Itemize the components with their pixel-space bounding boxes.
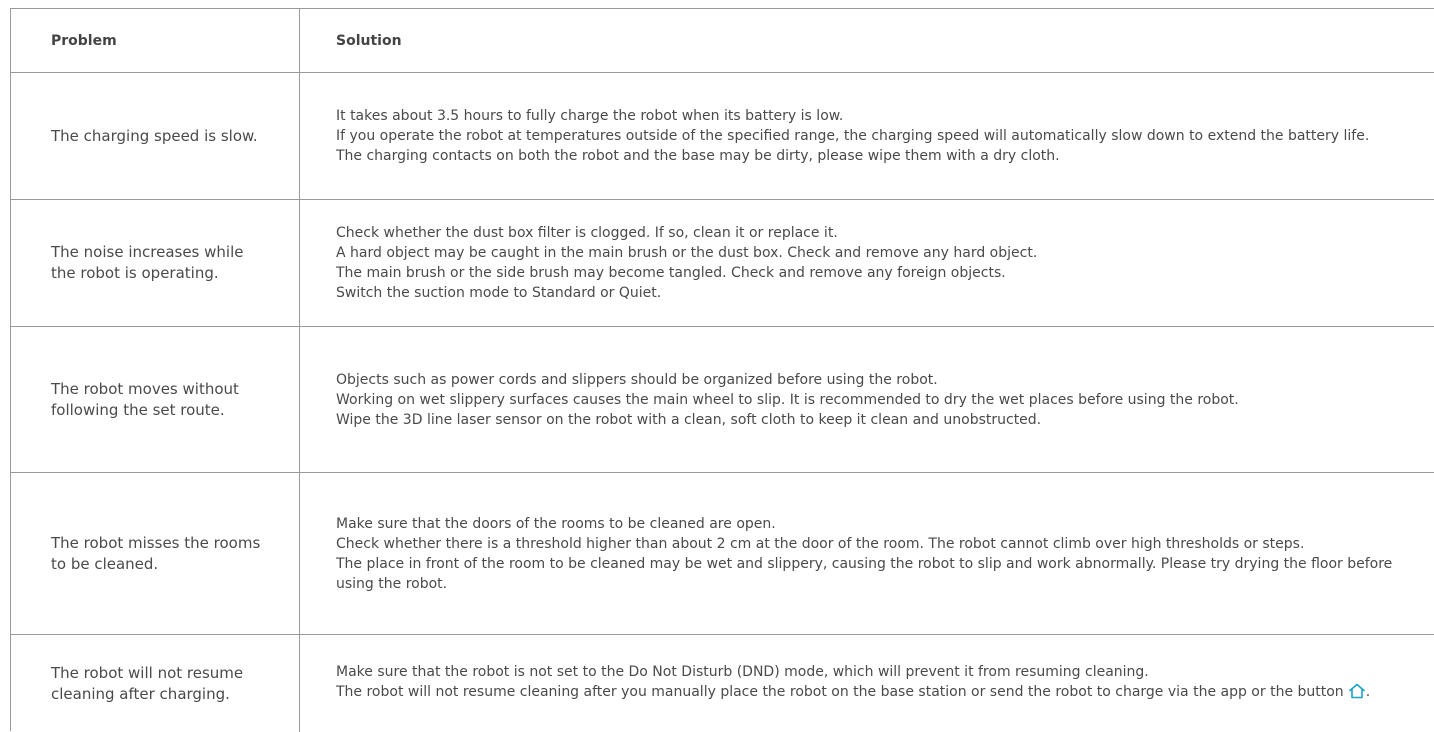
header-problem: Problem (51, 33, 117, 49)
table-header-row: Problem Solution (11, 9, 1434, 73)
solution-line: It takes about 3.5 hours to fully charge… (336, 108, 844, 124)
column-divider (299, 327, 300, 472)
problem-cell: The charging speed is slow. (51, 126, 258, 145)
solution-line: The place in front of the room to be cle… (336, 555, 1393, 592)
table-row: The noise increases while the robot is o… (11, 200, 1434, 327)
column-divider (299, 635, 300, 732)
solution-line: The robot will not resume cleaning after… (336, 682, 1413, 705)
column-divider (299, 200, 300, 326)
solution-line: Check whether the dust box filter is clo… (336, 225, 838, 241)
problem-cell: The noise increases while the robot is o… (51, 243, 244, 282)
solution-line-text: The robot will not resume cleaning after… (336, 684, 1344, 700)
table-row: The robot moves without following the se… (11, 327, 1434, 473)
solution-line: Switch the suction mode to Standard or Q… (336, 285, 662, 301)
table-row: The robot misses the rooms to be cleaned… (11, 473, 1434, 635)
problem-cell: The robot will not resume cleaning after… (51, 663, 244, 703)
problem-cell: The robot moves without following the se… (51, 379, 239, 419)
solution-cell: Check whether the dust box filter is clo… (336, 200, 1413, 326)
solution-cell: Make sure that the doors of the rooms to… (336, 473, 1413, 634)
solution-line: Objects such as power cords and slippers… (336, 371, 938, 388)
troubleshooting-table: Problem Solution The charging speed is s… (10, 8, 1434, 732)
solution-line: The charging contacts on both the robot … (336, 148, 1060, 164)
solution-line: Make sure that the robot is not set to t… (336, 664, 1149, 680)
solution-cell: It takes about 3.5 hours to fully charge… (336, 73, 1413, 199)
solution-line-period: . (1365, 684, 1371, 700)
table-row: The charging speed is slow. It takes abo… (11, 73, 1434, 200)
solution-line: Working on wet slippery surfaces causes … (336, 391, 1239, 408)
table-row: The robot will not resume cleaning after… (11, 635, 1434, 732)
solution-line: Make sure that the doors of the rooms to… (336, 515, 776, 532)
header-solution: Solution (336, 33, 402, 49)
solution-line: Wipe the 3D line laser sensor on the rob… (336, 411, 1042, 428)
solution-line: A hard object may be caught in the main … (336, 245, 1038, 261)
column-divider (299, 9, 300, 72)
solution-line: The main brush or the side brush may bec… (336, 265, 1006, 281)
solution-line: If you operate the robot at temperatures… (336, 128, 1370, 144)
solution-cell: Make sure that the robot is not set to t… (336, 635, 1413, 732)
problem-cell: The robot misses the rooms to be cleaned… (51, 533, 261, 573)
column-divider (299, 473, 300, 634)
home-icon (1348, 683, 1366, 705)
solution-line: Check whether there is a threshold highe… (336, 535, 1305, 552)
solution-cell: Objects such as power cords and slippers… (336, 327, 1413, 472)
column-divider (299, 73, 300, 199)
